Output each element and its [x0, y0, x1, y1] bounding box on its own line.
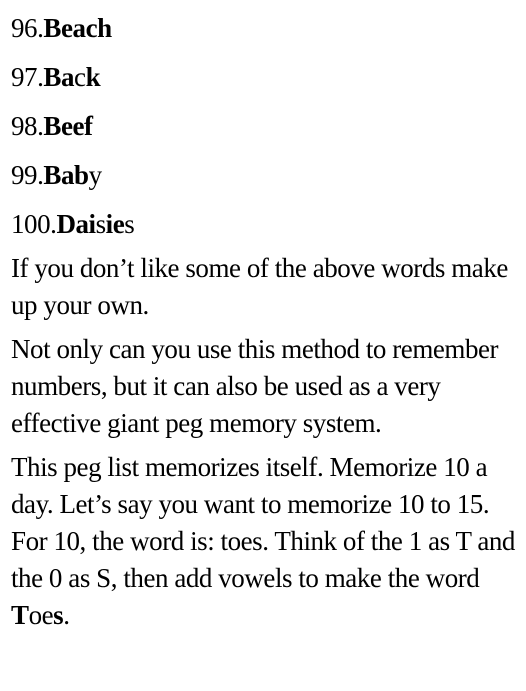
paragraph-text: This peg list memorizes itself. Memorize…: [11, 452, 515, 593]
peg-word-plain-end: s: [124, 209, 135, 239]
peg-word-plain: c: [74, 62, 86, 92]
peg-word-bold: Bee: [43, 111, 85, 141]
document-page: 96.Beach 97.Back 98.Beef 99.Baby 100.Dai…: [11, 10, 521, 641]
list-item-97: 97.Back: [11, 59, 521, 96]
list-item-96: 96.Beach: [11, 10, 521, 47]
paragraph-text: oe: [28, 600, 54, 630]
bold-letter: T: [11, 600, 29, 630]
item-number: 98.: [11, 111, 44, 141]
peg-word-plain-end: y: [88, 160, 103, 190]
item-number: 97.: [11, 62, 44, 92]
peg-word-bold-end: f: [84, 111, 93, 141]
peg-word-bold-end: ie: [105, 209, 125, 239]
peg-word-bold: Dai: [56, 209, 96, 239]
list-item-99: 99.Baby: [11, 157, 521, 194]
peg-word-bold-end: ch: [85, 13, 113, 43]
paragraph-memorize: This peg list memorizes itself. Memorize…: [11, 449, 521, 634]
paragraph-peg-system: Not only can you use this method to reme…: [11, 334, 499, 438]
bold-letter: s: [53, 600, 64, 630]
list-item-98: 98.Beef: [11, 108, 521, 145]
peg-word-bold: Ba: [43, 160, 75, 190]
item-number: 100.: [11, 209, 57, 239]
paragraph-own-words: If you don’t like some of the above word…: [11, 253, 508, 320]
list-item-100: 100.Daisies: [11, 206, 521, 243]
item-number: 96.: [11, 13, 44, 43]
peg-word-plain: s: [95, 209, 107, 239]
peg-word-bold-end: b: [74, 160, 89, 190]
peg-word-bold: Ba: [43, 62, 75, 92]
item-number: 99.: [11, 160, 44, 190]
paragraph-text: .: [63, 600, 70, 630]
peg-word-bold: Bea: [43, 13, 86, 43]
peg-word-bold-end: k: [85, 62, 101, 92]
